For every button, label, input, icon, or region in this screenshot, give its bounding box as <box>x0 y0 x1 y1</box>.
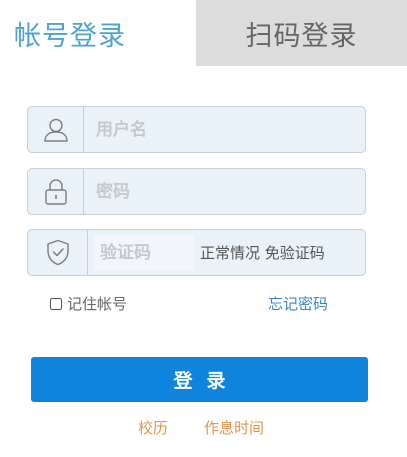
username-input[interactable] <box>84 106 365 153</box>
password-input[interactable] <box>84 168 365 215</box>
login-panel: 帐号登录 扫码登录 用户名 验证码 正常情况 免验证码 记住帐号 忘记密码 登录… <box>0 0 407 457</box>
shield-check-icon <box>28 230 88 275</box>
password-field <box>27 168 366 215</box>
tab-qr-login[interactable]: 扫码登录 <box>196 0 407 66</box>
lock-icon <box>28 169 84 214</box>
captcha-input-wrap <box>94 233 194 272</box>
captcha-hint: 正常情况 免验证码 <box>200 244 325 262</box>
username-field <box>27 106 366 153</box>
captcha-input[interactable] <box>94 233 194 272</box>
schedule-link[interactable]: 作息时间 <box>204 417 264 438</box>
login-button[interactable]: 登录 <box>31 357 368 402</box>
user-icon <box>28 107 84 152</box>
captcha-field: 正常情况 免验证码 <box>27 229 366 276</box>
remember-checkbox[interactable] <box>50 297 62 310</box>
school-calendar-link[interactable]: 校历 <box>138 417 168 438</box>
tab-account-login[interactable]: 帐号登录 <box>0 0 196 66</box>
remember-label: 记住帐号 <box>67 295 128 313</box>
forgot-password-link[interactable]: 忘记密码 <box>268 293 328 314</box>
remember-account[interactable]: 记住帐号 <box>50 293 127 314</box>
